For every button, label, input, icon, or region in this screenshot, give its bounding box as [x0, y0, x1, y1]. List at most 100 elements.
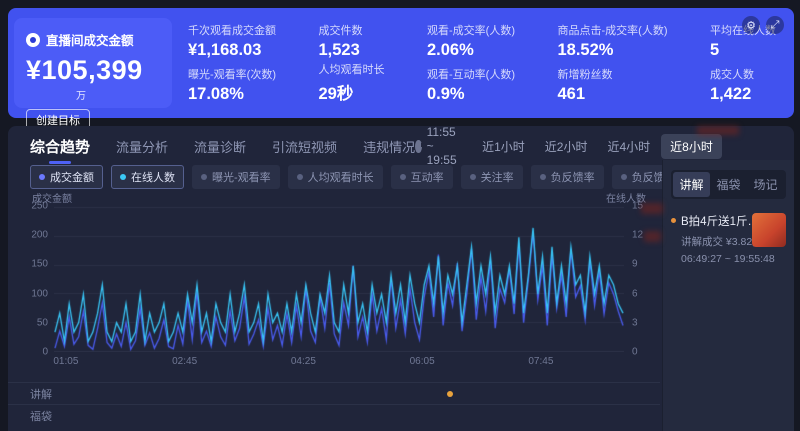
sidebar-tab-讲解[interactable]: 讲解 [673, 172, 710, 197]
event-lanes: 讲解福袋 [8, 382, 660, 426]
chip-label: 互动率 [411, 169, 444, 185]
metric-value: ¥1,168.03 [188, 41, 276, 60]
chip-label: 在线人数 [131, 169, 175, 185]
chip-dot-icon [400, 174, 406, 180]
metric: 观看-成交率(人数)2.06% [427, 22, 515, 60]
y-tick-right: 6 [632, 288, 638, 299]
time-button-近8小时[interactable]: 近8小时 [661, 134, 722, 159]
metric-label: 人均观看时长 [319, 61, 385, 77]
chip-dot-icon [120, 174, 126, 180]
item-bullet-icon [671, 218, 676, 223]
tab-违规情况[interactable]: 违规情况 [363, 137, 415, 156]
metric: 成交人数 1,422 [710, 66, 776, 104]
header-tools: ⚙ ⤢ [742, 16, 784, 34]
metric-column: 观看-成交率(人数)2.06% 观看-互动率(人数) 0.9% [427, 20, 515, 108]
time-button-近4小时[interactable]: 近4小时 [598, 134, 659, 159]
lane-marker-icon[interactable] [447, 391, 453, 397]
product-thumbnail[interactable] [752, 213, 786, 247]
metric-label: 成交件数 [319, 22, 385, 38]
artifact-smudge [697, 126, 739, 135]
item-time-range: 06:49:27 ~ 19:55:48 [681, 253, 786, 265]
time-buttons: 近1小时近2小时近4小时近8小时 [473, 134, 722, 159]
plot-area[interactable]: 05010015020025003691215 [54, 206, 624, 352]
y-tick-left: 50 [37, 317, 48, 328]
chip-dot-icon [540, 174, 546, 180]
chip-label: 曝光-观看率 [212, 169, 271, 185]
metric: 新增粉丝数 461 [558, 66, 668, 104]
primary-metric-value: ¥105,399 [26, 55, 160, 86]
time-range: 11:55 ~ 19:55 [415, 126, 463, 167]
chip-人均观看时长[interactable]: 人均观看时长 [288, 165, 383, 189]
chip-成交金额[interactable]: 成交金额 [30, 165, 103, 189]
target-icon [26, 33, 40, 47]
primary-metric-label: 直播间成交金额 [46, 30, 134, 49]
metric-label: 成交人数 [710, 66, 776, 82]
metric-label: 观看-互动率(人数) [427, 66, 515, 82]
artifact-smudge [641, 203, 663, 214]
metric-column: 商品点击-成交率(人数)18.52% 新增粉丝数 461 [558, 20, 668, 108]
gear-icon[interactable]: ⚙ [742, 16, 760, 34]
lane-label: 讲解 [8, 386, 52, 402]
chip-label: 成交金额 [50, 169, 94, 185]
metric-value: 0.9% [427, 85, 515, 104]
chip-曝光-观看率[interactable]: 曝光-观看率 [192, 165, 280, 189]
lane-福袋: 福袋 [8, 404, 660, 426]
tab-流量分析[interactable]: 流量分析 [116, 137, 168, 156]
tab-引流短视频[interactable]: 引流短视频 [272, 137, 337, 156]
chip-在线人数[interactable]: 在线人数 [111, 165, 184, 189]
chip-互动率[interactable]: 互动率 [391, 165, 453, 189]
metric-label: 千次观看成交金额 [188, 22, 276, 38]
explain-item[interactable]: B拍4斤送1斤共35-4... 讲解成交 ¥3.82万 06:49:27 ~ 1… [671, 213, 786, 265]
time-range-text: 11:55 ~ 19:55 [427, 126, 464, 167]
metric-label: 新增粉丝数 [558, 66, 668, 82]
chip-关注率[interactable]: 关注率 [461, 165, 523, 189]
metric-value: 5 [710, 41, 776, 60]
metric: 商品点击-成交率(人数)18.52% [558, 22, 668, 60]
metric-value: 29秒 [319, 80, 385, 104]
y-tick-right: 9 [632, 259, 638, 270]
section-nav: 综合趋势流量分析流量诊断引流短视频违规情况 11:55 ~ 19:55 近1小时… [8, 126, 662, 160]
time-button-近2小时[interactable]: 近2小时 [536, 134, 597, 159]
nav-tabs: 综合趋势 流量分析 流量诊断 引流短视频 违规情况 [30, 136, 415, 157]
x-tick: 07:45 [528, 356, 553, 367]
chip-label: 关注率 [481, 169, 514, 185]
primary-metric-card: 直播间成交金额 ¥105,399 万 创建目标 [14, 18, 172, 108]
item-title: B拍4斤送1斤共35-4... [681, 213, 759, 229]
lane-讲解: 讲解 [8, 382, 660, 404]
metric-label: 曝光-观看率(次数) [188, 66, 276, 82]
chip-dot-icon [621, 174, 627, 180]
chip-dot-icon [39, 174, 45, 180]
metric: 观看-互动率(人数) 0.9% [427, 66, 515, 104]
x-tick: 06:05 [410, 356, 435, 367]
metric: 曝光-观看率(次数)17.08% [188, 66, 276, 104]
clock-icon [415, 140, 422, 153]
metric-value: 1,523 [319, 41, 385, 60]
sidebar-tabs: 讲解福袋场记 [671, 170, 786, 199]
chart-canvas [54, 206, 624, 352]
tab-综合趋势[interactable]: 综合趋势 [30, 136, 90, 157]
tab-流量诊断[interactable]: 流量诊断 [194, 137, 246, 156]
x-axis-labels: 01:0502:4504:2506:0507:45 [54, 356, 624, 370]
explain-sidebar: 讲解福袋场记 B拍4斤送1斤共35-4... 讲解成交 ¥3.82万 06:49… [662, 160, 794, 431]
lane-label: 福袋 [8, 408, 52, 424]
metric-column: 千次观看成交金额 ¥1,168.03 曝光-观看率(次数)17.08% [188, 20, 276, 108]
metric-column: 成交件数 1,523人均观看时长 29秒 [319, 20, 385, 108]
y-tick-left: 250 [31, 201, 48, 212]
primary-metric-title: 直播间成交金额 [26, 30, 160, 49]
chip-dot-icon [297, 174, 303, 180]
y-tick-left: 200 [31, 230, 48, 241]
y-tick-left: 100 [31, 288, 48, 299]
sidebar-tab-福袋[interactable]: 福袋 [710, 172, 747, 197]
metric-value: 461 [558, 85, 668, 104]
metric: 人均观看时长 29秒 [319, 61, 385, 104]
metric-label: 观看-成交率(人数) [427, 22, 515, 38]
sidebar-tab-场记[interactable]: 场记 [747, 172, 784, 197]
y-tick-right: 3 [632, 317, 638, 328]
trend-chart: 成交金额 在线人数 05010015020025003691215 01:050… [8, 190, 660, 431]
time-button-近1小时[interactable]: 近1小时 [473, 134, 534, 159]
metric-label: 商品点击-成交率(人数) [558, 22, 668, 38]
metric-value: 1,422 [710, 85, 776, 104]
chip-负反馈率[interactable]: 负反馈率 [531, 165, 604, 189]
expand-icon[interactable]: ⤢ [766, 16, 784, 34]
metric: 千次观看成交金额 ¥1,168.03 [188, 22, 276, 60]
